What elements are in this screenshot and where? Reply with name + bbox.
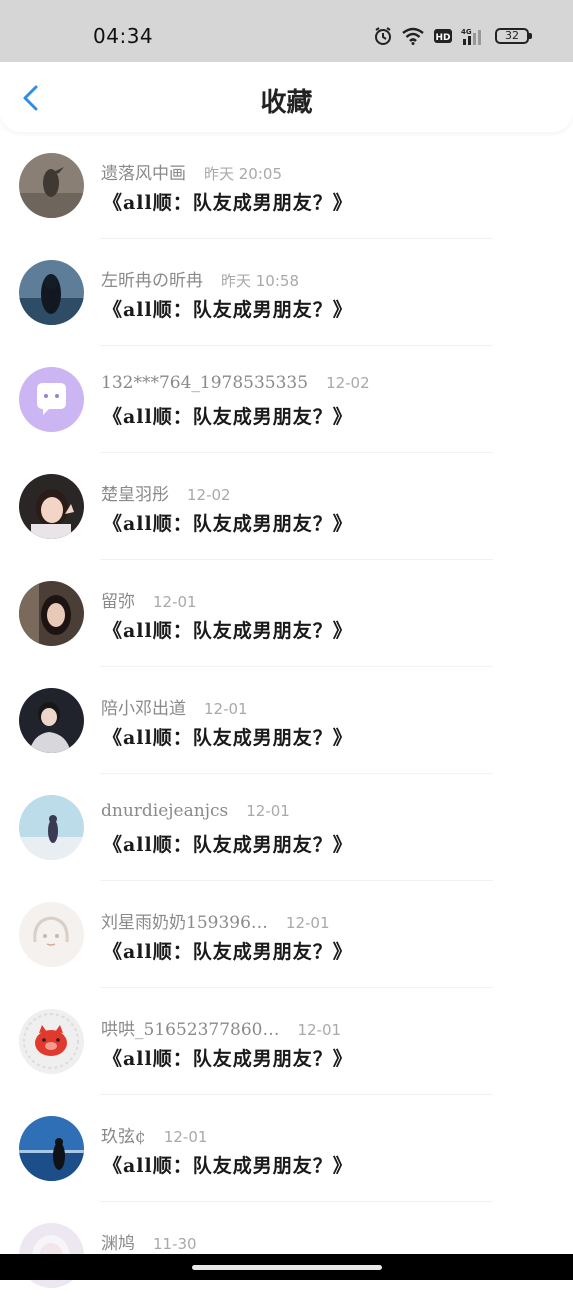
work-title[interactable]: 《all顺：队友成男朋友？》 — [103, 509, 353, 536]
work-title[interactable]: 《all顺：队友成男朋友？》 — [103, 188, 353, 215]
list-item[interactable]: 哄哄_51652377860… 12-01 《all顺：队友成男朋友？》 — [0, 988, 573, 1095]
avatar[interactable] — [19, 902, 84, 967]
svg-text:4G: 4G — [461, 28, 472, 36]
list-item[interactable]: 132***764_1978535335 12-02 《all顺：队友成男朋友？… — [0, 346, 573, 453]
timestamp: 12-02 — [187, 486, 231, 504]
list-item[interactable]: 陪小邓出道 12-01 《all顺：队友成男朋友？》 — [0, 667, 573, 774]
user-name[interactable]: 132***764_1978535335 — [101, 373, 308, 393]
work-title[interactable]: 《all顺：队友成男朋友？》 — [103, 723, 353, 750]
work-title[interactable]: 《all顺：队友成男朋友？》 — [103, 1151, 353, 1178]
battery-icon: 32 — [495, 28, 532, 44]
user-name[interactable]: 刘星雨奶奶159396… — [101, 908, 268, 933]
status-bar: 04:34 HD 4G 32 — [0, 0, 573, 62]
status-time: 04:34 — [93, 24, 154, 48]
list-item[interactable]: 玖弦¢ 12-01 《all顺：队友成男朋友？》 — [0, 1095, 573, 1202]
avatar[interactable] — [19, 260, 84, 325]
header: 收藏 — [0, 62, 573, 132]
user-name[interactable]: 陪小邓出道 — [101, 694, 186, 719]
hd-icon: HD — [434, 29, 452, 43]
timestamp: 昨天 20:05 — [204, 165, 282, 183]
list-item[interactable]: 刘星雨奶奶159396… 12-01 《all顺：队友成男朋友？》 — [0, 881, 573, 988]
timestamp: 12-01 — [297, 1021, 342, 1039]
avatar[interactable] — [19, 474, 84, 539]
user-name[interactable]: 楚皇羽彤 — [101, 480, 169, 505]
avatar[interactable] — [19, 795, 84, 860]
work-title[interactable]: 《all顺：队友成男朋友？》 — [103, 937, 353, 964]
timestamp: 昨天 10:58 — [221, 272, 299, 290]
work-title[interactable]: 《all顺：队友成男朋友？》 — [103, 616, 353, 643]
avatar[interactable] — [19, 581, 84, 646]
avatar[interactable] — [19, 153, 84, 218]
timestamp: 12-01 — [153, 593, 197, 611]
home-indicator[interactable] — [192, 1265, 382, 1270]
wifi-icon — [402, 27, 424, 45]
list-item[interactable]: 遗落风中画 昨天 20:05 《all顺：队友成男朋友？》 — [0, 132, 573, 239]
signal-icon: 4G — [461, 28, 481, 45]
timestamp: 12-01 — [285, 914, 330, 932]
timestamp: 12-02 — [326, 374, 370, 392]
alarm-icon — [375, 27, 391, 45]
work-title[interactable]: 《all顺：队友成男朋友？》 — [103, 402, 353, 429]
avatar[interactable] — [19, 1116, 84, 1181]
timestamp: 11-30 — [153, 1235, 197, 1253]
navigation-bar — [0, 1254, 573, 1280]
avatar[interactable] — [19, 367, 84, 432]
list-item[interactable]: 留弥 12-01 《all顺：队友成男朋友？》 — [0, 560, 573, 667]
timestamp: 12-01 — [163, 1128, 208, 1146]
list-item[interactable]: dnurdiejeanjcs 12-01 《all顺：队友成男朋友？》 — [0, 774, 573, 881]
work-title[interactable]: 《all顺：队友成男朋友？》 — [103, 830, 353, 857]
user-name[interactable]: dnurdiejeanjcs — [101, 801, 228, 821]
status-icons: HD 4G 32 — [373, 26, 532, 46]
timestamp: 12-01 — [204, 700, 248, 718]
user-name[interactable]: 哄哄_51652377860… — [101, 1015, 279, 1040]
svg-text:HD: HD — [435, 33, 450, 43]
user-name[interactable]: 留弥 — [101, 587, 135, 612]
work-title[interactable]: 《all顺：队友成男朋友？》 — [103, 1044, 353, 1071]
user-name[interactable]: 玖弦¢ — [101, 1122, 146, 1147]
list-item[interactable]: 左昕冉の昕冉 昨天 10:58 《all顺：队友成男朋友？》 — [0, 239, 573, 346]
user-name[interactable]: 左昕冉の昕冉 — [101, 266, 203, 291]
avatar[interactable] — [19, 688, 84, 753]
timestamp: 12-01 — [246, 802, 290, 820]
user-name[interactable]: 渊鸠 — [101, 1229, 135, 1254]
avatar[interactable] — [19, 1009, 84, 1074]
list-item[interactable]: 楚皇羽彤 12-02 《all顺：队友成男朋友？》 — [0, 453, 573, 560]
work-title[interactable]: 《all顺：队友成男朋友？》 — [103, 295, 353, 322]
page-title: 收藏 — [260, 88, 313, 118]
favorites-list: 遗落风中画 昨天 20:05 《all顺：队友成男朋友？》 左昕冉の昕冉 昨天 … — [0, 132, 573, 1309]
user-name[interactable]: 遗落风中画 — [101, 159, 186, 184]
